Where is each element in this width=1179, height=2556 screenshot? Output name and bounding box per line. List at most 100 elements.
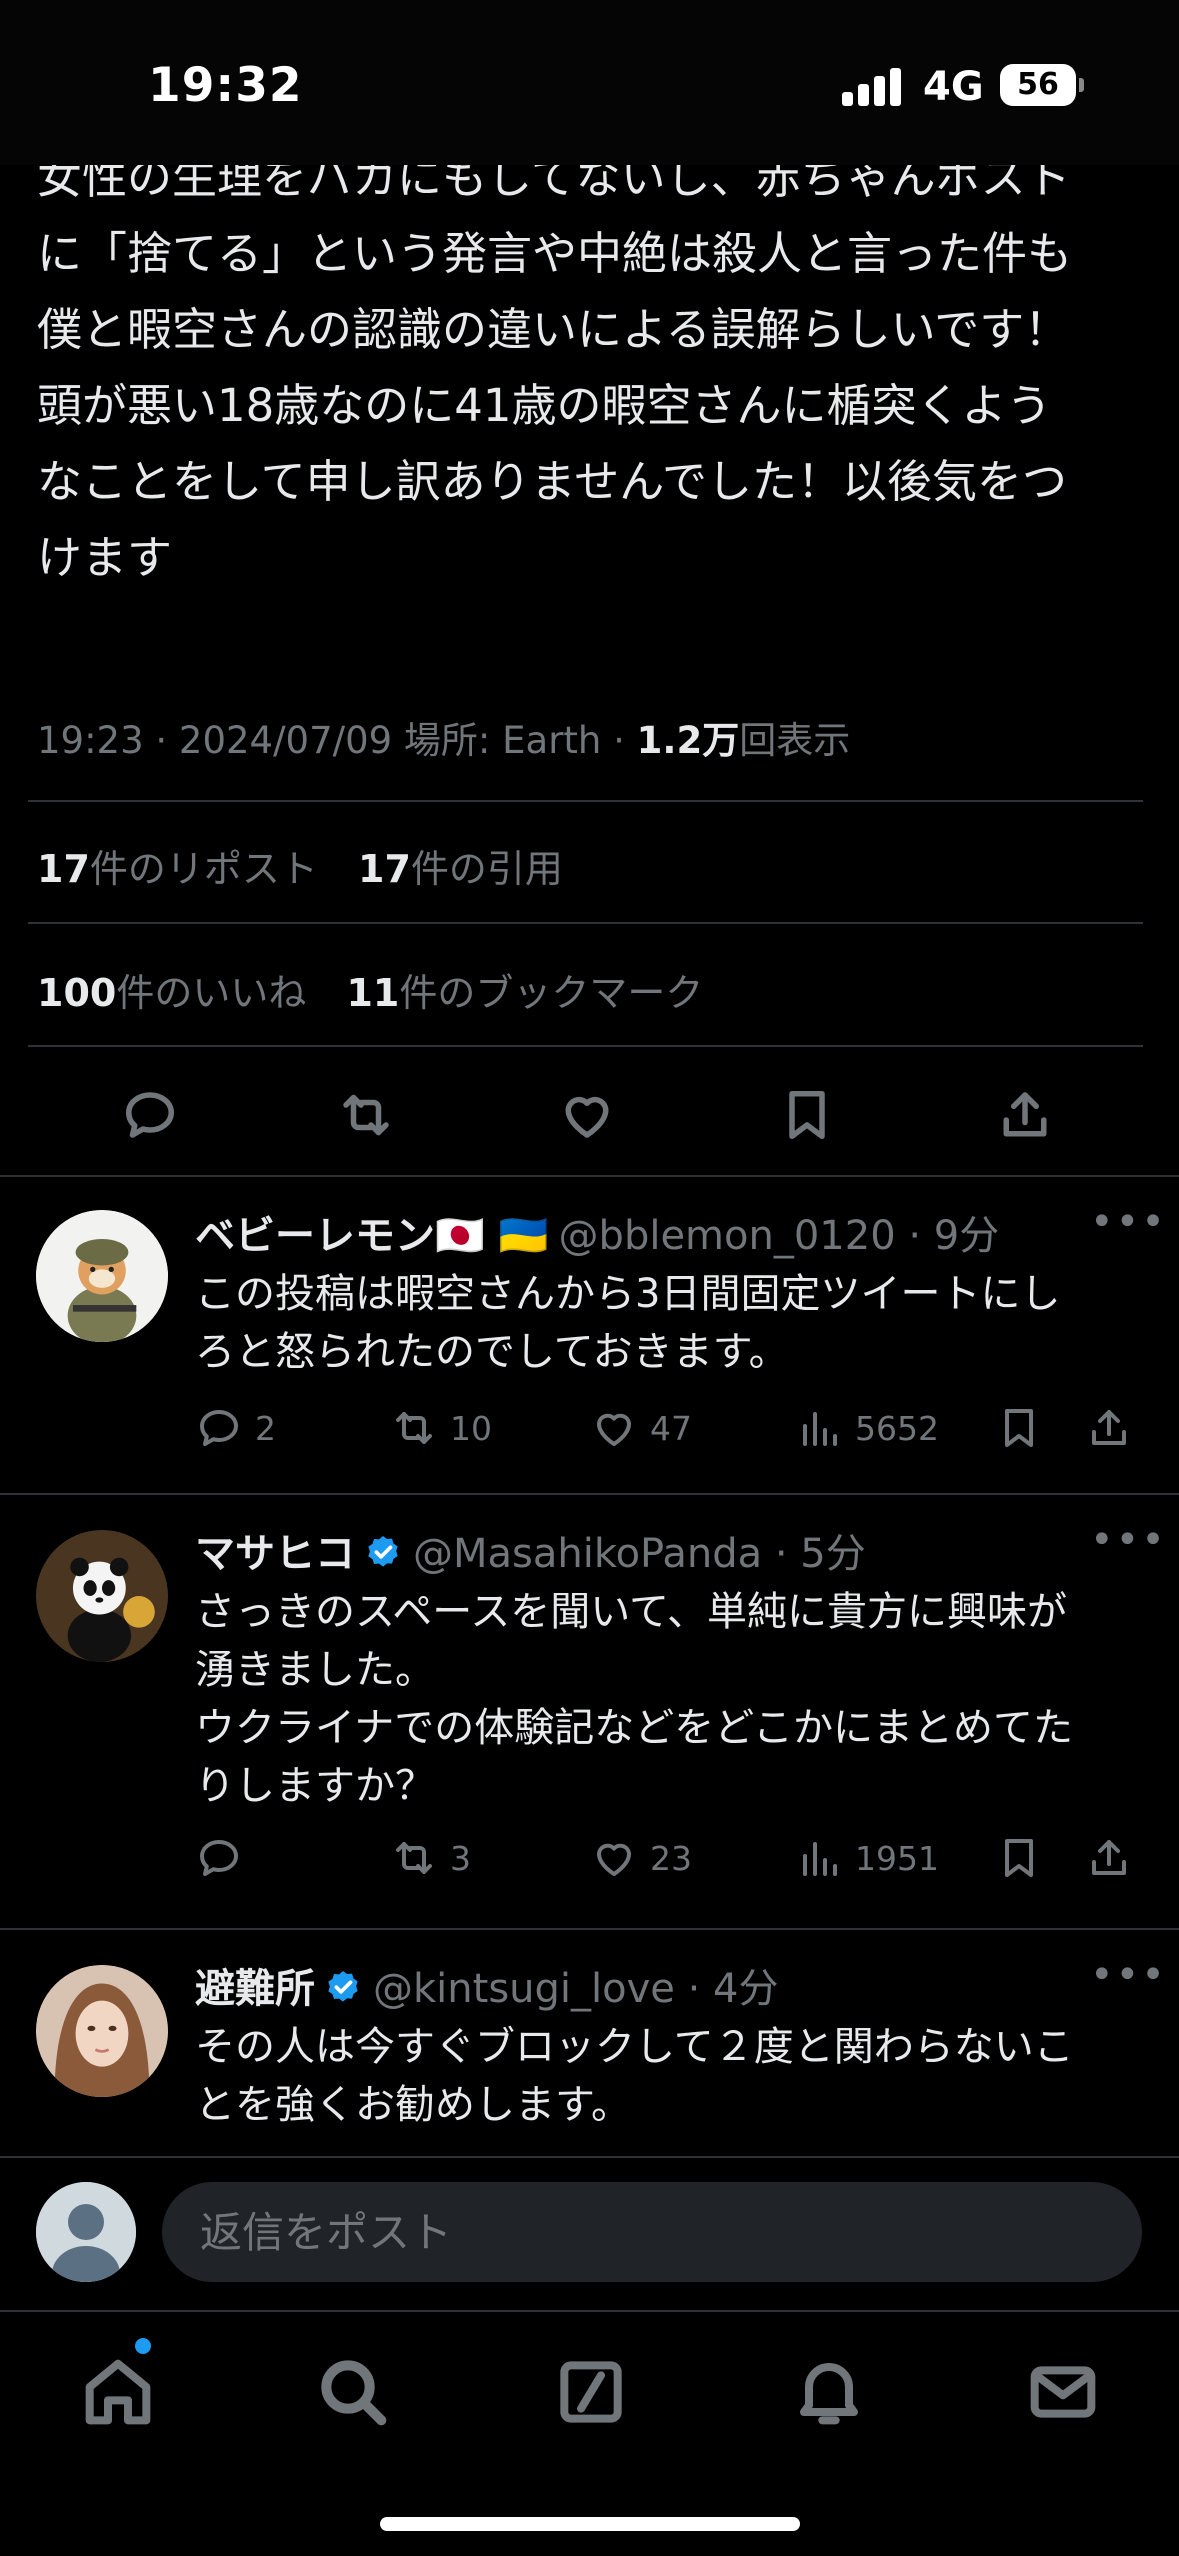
signal-icon [842, 66, 902, 106]
tweet-timestamp-location: 19:23 · 2024/07/09 場所: Earth · [37, 719, 637, 762]
battery-tip [1079, 78, 1084, 92]
tab-grok[interactable] [551, 2352, 631, 2432]
tab-notifications[interactable] [789, 2352, 869, 2432]
divider [28, 800, 1143, 802]
reply-header: マサヒコ @MasahikoPanda · 5分 [195, 1521, 866, 1579]
reply-repost-button[interactable]: 3 [390, 1828, 471, 1888]
reply-author-name[interactable]: マサヒコ [195, 1531, 355, 1577]
reply-author-handle[interactable]: @kintsugi_love · 4分 [373, 1966, 778, 2012]
more-options-icon[interactable]: ••• [1090, 1199, 1167, 1245]
default-avatar-icon [36, 2182, 136, 2282]
tweet-meta: 19:23 · 2024/07/09 場所: Earth · 1.2万回表示 [37, 710, 850, 764]
quotes-label: 件の引用 [410, 847, 563, 891]
reply-like-button[interactable]: 23 [590, 1828, 692, 1888]
reply-bookmark-button[interactable] [995, 1398, 1055, 1458]
network-type: 4G [923, 64, 984, 110]
repost-count: 10 [450, 1408, 492, 1448]
bookmark-icon [1005, 1839, 1033, 1877]
reply-reply-button[interactable]: 2 [195, 1398, 276, 1458]
repost-button[interactable] [336, 1085, 396, 1145]
reply-text: さっきのスペースを聞いて、単純に貴方に興味が 湧きました。 ウクライナでの体験記… [195, 1589, 1073, 1809]
tweet-text: 女性の生理をバカにもしてないし、赤ちゃんポスト に「捨てる」という発言や中絶は殺… [37, 151, 1073, 584]
bookmark-icon [1005, 1409, 1033, 1447]
divider [28, 922, 1143, 924]
bookmarks-label: 件のブックマーク [399, 971, 704, 1015]
reply-share-button[interactable] [1085, 1398, 1145, 1458]
views-icon [803, 1842, 837, 1876]
tab-messages[interactable] [1023, 2352, 1103, 2432]
reply-share-button[interactable] [1085, 1828, 1145, 1888]
avatar[interactable] [36, 1965, 168, 2097]
reply-author-name[interactable]: ベビーレモン🇯🇵 🇺🇦 [195, 1213, 549, 1259]
views-icon [803, 1412, 837, 1446]
share-icon [1003, 1092, 1047, 1137]
views-label: 回表示 [739, 719, 851, 762]
reposts-count: 17 [37, 847, 90, 891]
heart-icon [597, 1843, 631, 1876]
reply-item[interactable]: マサヒコ @MasahikoPanda · 5分 ••• さっきのスペースを聞いて… [0, 1493, 1179, 1928]
tab-home[interactable] [78, 2352, 158, 2432]
avatar[interactable] [36, 1530, 168, 1662]
share-icon [1092, 1840, 1126, 1875]
reply-header: ベビーレモン🇯🇵 🇺🇦 @bblemon_0120 · 9分 [195, 1203, 999, 1261]
divider [28, 1045, 1143, 1047]
likes-link[interactable]: 100件のいいね [37, 971, 306, 1015]
new-posts-indicator [135, 2338, 151, 2354]
reply-item[interactable]: 避難所 @kintsugi_love · 4分 ••• その人は今すぐブロックして… [0, 1928, 1179, 2158]
repost-stats: 17件のリポスト 17件の引用 [37, 838, 591, 893]
home-indicator[interactable] [380, 2517, 800, 2531]
status-time: 19:32 [148, 58, 303, 113]
share-icon [1092, 1410, 1126, 1445]
like-count: 23 [650, 1838, 692, 1878]
bell-icon [800, 2363, 858, 2425]
like-button[interactable] [557, 1085, 617, 1145]
reply-author-handle[interactable]: @bblemon_0120 · 9分 [559, 1213, 1000, 1259]
more-options-icon[interactable]: ••• [1090, 1952, 1167, 1998]
reply-like-button[interactable]: 47 [590, 1398, 692, 1458]
share-button[interactable] [995, 1085, 1055, 1145]
reply-text: その人は今すぐブロックして２度と関わらないこ とを強くお勧めします。 [195, 2024, 1074, 2128]
reply-input[interactable] [162, 2182, 1142, 2282]
reply-icon [126, 1092, 174, 1138]
reply-author-handle[interactable]: @MasahikoPanda · 5分 [413, 1531, 866, 1577]
search-icon [321, 2360, 387, 2426]
bookmarks-count: 11 [346, 971, 400, 1015]
status-bar: 19:32 4G 56 [0, 0, 1179, 165]
quotes-link[interactable]: 17件の引用 [358, 847, 563, 891]
reply-repost-button[interactable]: 10 [390, 1398, 492, 1458]
reply-count: 2 [255, 1408, 276, 1448]
reply-actions: 3 23 1951 [195, 1828, 1155, 1888]
bookmarks-link[interactable]: 11件のブックマーク [346, 971, 703, 1015]
tab-search[interactable] [313, 2352, 393, 2432]
battery-icon: 56 [1000, 64, 1076, 106]
reply-views-button[interactable]: 1951 [795, 1828, 939, 1888]
view-count: 5652 [855, 1408, 939, 1448]
avatar[interactable] [36, 1210, 168, 1342]
current-user-avatar[interactable] [36, 2182, 136, 2282]
view-count: 1951 [855, 1838, 939, 1878]
quotes-count: 17 [358, 847, 411, 891]
reply-reply-button[interactable] [195, 1828, 255, 1888]
views-count: 1.2万 [636, 719, 740, 762]
reply-icon [200, 1840, 238, 1876]
likes-count: 100 [37, 971, 117, 1015]
reply-author-name[interactable]: 避難所 [195, 1966, 315, 2012]
reply-bookmark-button[interactable] [995, 1828, 1055, 1888]
reposts-link[interactable]: 17件のリポスト [37, 847, 318, 891]
reply-text: この投稿は暇空さんから3日間固定ツイートにし ろと怒られたのでしておきます。 [195, 1271, 1061, 1375]
verified-badge-icon [328, 1971, 358, 2002]
heart-icon [597, 1413, 631, 1446]
avatar-image [36, 1965, 168, 2097]
reply-views-button[interactable]: 5652 [795, 1398, 939, 1458]
more-options-icon[interactable]: ••• [1090, 1517, 1167, 1563]
bookmark-button[interactable] [777, 1085, 837, 1145]
reply-button[interactable] [120, 1085, 180, 1145]
grok-icon [560, 2361, 622, 2423]
avatar-image [36, 1210, 168, 1342]
reposts-label: 件のリポスト [89, 847, 318, 891]
reply-item[interactable]: ベビーレモン🇯🇵 🇺🇦 @bblemon_0120 · 9分 ••• この投稿は暇… [0, 1175, 1179, 1493]
repost-icon [396, 1842, 432, 1874]
reply-composer [0, 2158, 1179, 2303]
like-stats: 100件のいいね 11件のブックマーク [37, 962, 731, 1017]
avatar-image [36, 1530, 168, 1662]
